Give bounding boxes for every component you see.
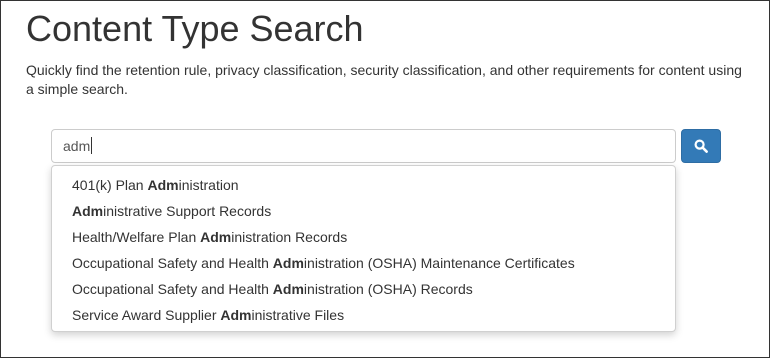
suggestion-item[interactable]: 401(k) Plan Administration <box>52 172 675 198</box>
search-button[interactable] <box>681 129 721 163</box>
suggestion-item[interactable]: Occupational Safety and Health Administr… <box>52 250 675 276</box>
suggestion-item[interactable]: Occupational Safety and Health Administr… <box>52 276 675 302</box>
suggestion-list: 401(k) Plan Administration Administrativ… <box>51 165 676 332</box>
match-highlight: Adm <box>200 229 232 245</box>
search-icon <box>694 139 708 153</box>
match-highlight: Adm <box>272 255 304 271</box>
page-description: Quickly find the retention rule, privacy… <box>26 62 742 97</box>
text-caret <box>91 137 92 154</box>
suggestion-item[interactable]: Service Award Supplier Administrative Fi… <box>52 302 675 328</box>
match-highlight: Adm <box>147 177 179 193</box>
suggestion-item[interactable]: Administrative Support Records <box>52 198 675 224</box>
match-highlight: Adm <box>272 281 304 297</box>
page-title: Content Type Search <box>26 8 364 49</box>
match-highlight: Adm <box>220 307 252 323</box>
suggestion-item[interactable]: Health/Welfare Plan Administration Recor… <box>52 224 675 250</box>
search-input[interactable] <box>51 129 676 163</box>
page-frame: Content Type Search Quickly find the ret… <box>0 0 770 358</box>
match-highlight: Adm <box>72 203 104 219</box>
